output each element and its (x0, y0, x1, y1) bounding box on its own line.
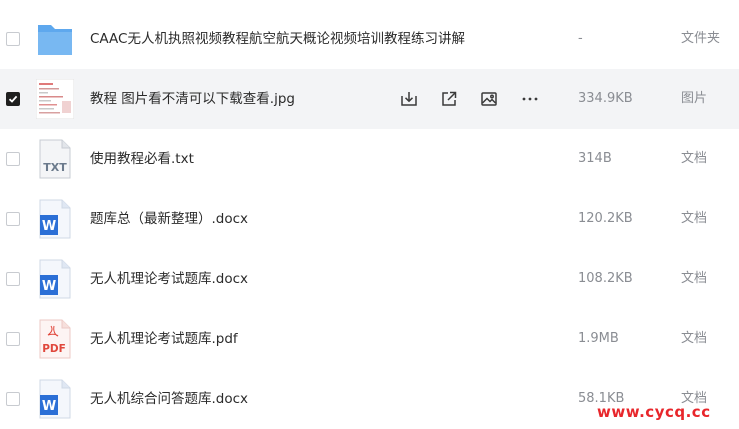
word-file-icon: W (39, 259, 71, 299)
word-label: W (42, 399, 56, 414)
file-size: 120.2KB (578, 211, 633, 226)
watermark: www.cycq.cc (597, 403, 711, 421)
file-name[interactable]: CAAC无人机执照视频教程航空航天概论视频培训教程练习讲解 (90, 9, 465, 69)
file-name[interactable]: 教程 图片看不清可以下载查看.jpg (90, 69, 295, 129)
file-size: 1.9MB (578, 331, 619, 346)
file-name[interactable]: 题库总（最新整理）.docx (90, 189, 248, 249)
row-checkbox[interactable] (6, 272, 20, 286)
word-label: W (42, 279, 56, 294)
txt-label: TXT (43, 161, 67, 174)
txt-file-icon: TXT (39, 139, 71, 179)
download-icon[interactable] (397, 87, 421, 111)
file-type: 文档 (681, 271, 708, 286)
file-name[interactable]: 无人机理论考试题库.pdf (90, 309, 238, 369)
row-checkbox[interactable] (6, 392, 20, 406)
row-checkbox[interactable] (6, 332, 20, 346)
file-size: - (578, 31, 583, 46)
file-row[interactable]: W 无人机理论考试题库.docx 108.2KB 文档 (0, 249, 739, 309)
file-type: 文档 (681, 151, 708, 166)
row-checkbox-checked[interactable] (6, 92, 20, 106)
check-icon (8, 95, 18, 103)
file-row[interactable]: CAAC无人机执照视频教程航空航天概论视频培训教程练习讲解 - 文件夹 (0, 9, 739, 69)
folder-icon (38, 25, 72, 55)
row-checkbox[interactable] (6, 32, 20, 46)
image-thumbnail (36, 79, 74, 119)
file-size: 334.9KB (578, 91, 633, 106)
pdf-label: PDF (42, 343, 66, 355)
word-file-icon: W (39, 199, 71, 239)
file-size: 314B (578, 151, 612, 166)
file-name[interactable]: 使用教程必看.txt (90, 129, 194, 189)
file-type: 文档 (681, 211, 708, 226)
row-checkbox[interactable] (6, 152, 20, 166)
word-label: W (42, 219, 56, 234)
preview-image-icon[interactable] (477, 87, 501, 111)
row-checkbox[interactable] (6, 212, 20, 226)
file-row[interactable]: W 题库总（最新整理）.docx 120.2KB 文档 (0, 189, 739, 249)
file-type: 图片 (681, 91, 708, 106)
file-type: 文档 (681, 331, 708, 346)
file-row-selected[interactable]: 教程 图片看不清可以下载查看.jpg 334.9KB 图片 (0, 69, 739, 129)
file-row[interactable]: PDF 无人机理论考试题库.pdf 1.9MB 文档 (0, 309, 739, 369)
file-size: 108.2KB (578, 271, 633, 286)
file-name[interactable]: 无人机综合问答题库.docx (90, 369, 248, 429)
file-name[interactable]: 无人机理论考试题库.docx (90, 249, 248, 309)
file-type: 文件夹 (681, 31, 721, 46)
pdf-file-icon: PDF (39, 319, 71, 359)
more-icon[interactable] (518, 87, 542, 111)
file-row[interactable]: TXT 使用教程必看.txt 314B 文档 (0, 129, 739, 189)
share-icon[interactable] (437, 87, 461, 111)
word-file-icon: W (39, 379, 71, 419)
